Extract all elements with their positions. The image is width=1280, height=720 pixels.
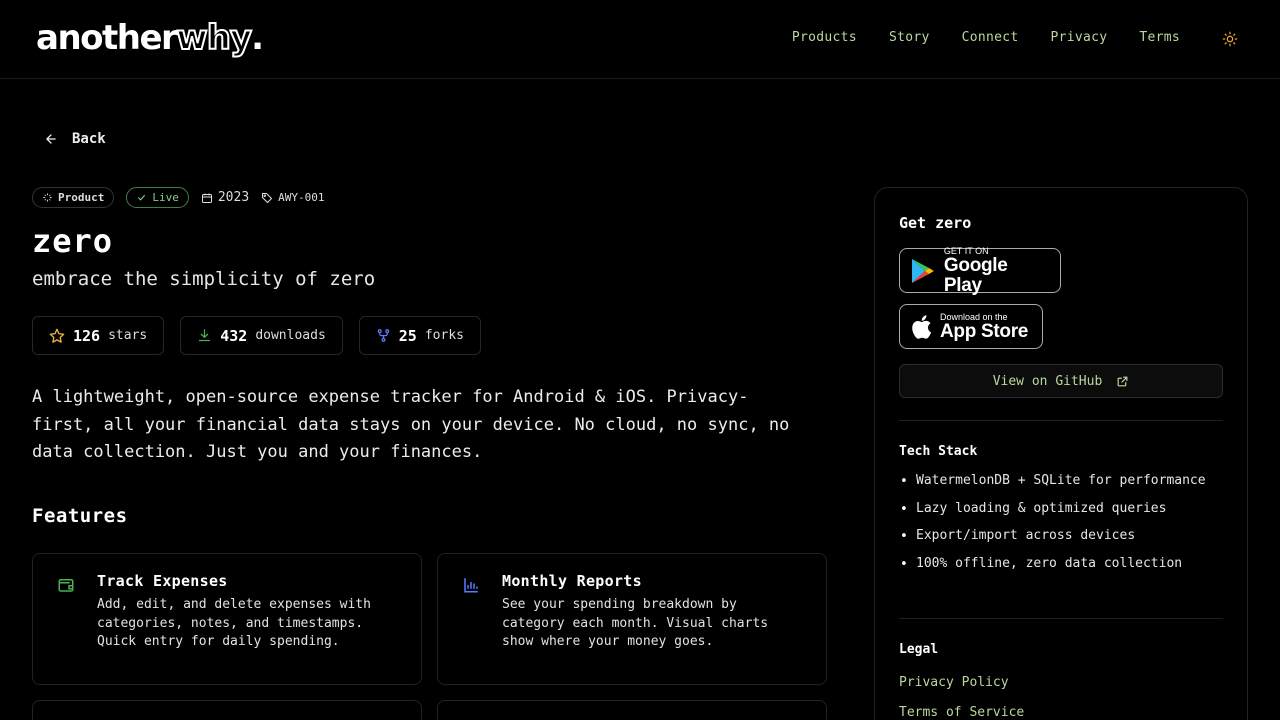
feature-title: Monthly Reports xyxy=(502,572,642,590)
external-link-icon xyxy=(1117,376,1128,386)
stat-forks-label: forks xyxy=(424,328,464,343)
stat-forks-value: 25 xyxy=(398,326,417,345)
year-meta: 2023 xyxy=(201,190,249,205)
github-button[interactable]: View on GitHub xyxy=(899,364,1223,398)
nav-connect[interactable]: Connect xyxy=(962,30,1019,45)
tech-stack-item: 100% offline, zero data collection xyxy=(899,555,1223,574)
tech-stack-list: WatermelonDB + SQLite for performance La… xyxy=(899,472,1223,583)
logo-text-main: another xyxy=(36,18,178,58)
type-badge: Product xyxy=(32,187,115,208)
product-meta: Product Live 2023 AWY-001 xyxy=(32,187,325,208)
stat-forks: 25 forks xyxy=(358,316,481,355)
legal-heading: Legal xyxy=(899,642,939,657)
sidebar-divider xyxy=(899,618,1223,619)
nav-privacy[interactable]: Privacy xyxy=(1050,30,1107,45)
back-link[interactable]: Back xyxy=(44,131,106,147)
nav-story[interactable]: Story xyxy=(889,30,930,45)
stats-row: 126 stars 432 downloads 25 forks xyxy=(32,316,481,355)
check-icon xyxy=(138,194,146,201)
nav-terms[interactable]: Terms xyxy=(1139,30,1180,45)
sidebar-divider xyxy=(899,420,1223,421)
privacy-policy-link[interactable]: Privacy Policy xyxy=(899,675,1009,690)
tag-icon xyxy=(262,192,273,203)
terms-of-service-link[interactable]: Terms of Service xyxy=(899,705,1024,720)
get-heading: Get zero xyxy=(899,214,972,232)
feature-title: Track Expenses xyxy=(97,572,228,590)
feature-card xyxy=(32,700,422,720)
stat-downloads-value: 432 xyxy=(220,326,248,345)
status-badge: Live xyxy=(126,187,189,208)
app-store-big: App Store xyxy=(940,320,1029,342)
theme-toggle-button[interactable] xyxy=(1221,30,1239,48)
stat-stars: 126 stars xyxy=(32,316,165,355)
tech-stack-item: WatermelonDB + SQLite for performance xyxy=(899,472,1223,491)
logo-dot: . xyxy=(251,18,264,58)
year-label: 2023 xyxy=(217,190,250,205)
sun-icon xyxy=(1222,31,1238,47)
site-header: another why. Products Story Connect Priva… xyxy=(0,0,1280,79)
product-tagline: embrace the simplicity of zero xyxy=(32,268,376,290)
calendar-icon xyxy=(201,193,212,203)
feature-card-track-expenses: Track Expenses Add, edit, and delete exp… xyxy=(32,553,422,685)
bar-chart-icon xyxy=(464,578,478,593)
feature-text: See your spending breakdown by category … xyxy=(502,597,769,650)
fork-icon xyxy=(377,329,390,342)
sparkles-icon xyxy=(43,193,52,202)
google-play-icon xyxy=(911,258,934,283)
tech-stack-item: Export/import across devices xyxy=(899,527,1223,546)
app-store-small: Download on the xyxy=(940,311,1008,322)
tech-stack-item: Lazy loading & optimized queries xyxy=(899,500,1223,519)
product-title: zero xyxy=(32,222,114,260)
stat-downloads-label: downloads xyxy=(255,328,326,343)
app-store-button[interactable]: Download on the App Store xyxy=(899,304,1043,349)
stat-stars-value: 126 xyxy=(73,326,101,345)
google-play-small: GET IT ON xyxy=(943,245,989,256)
star-icon xyxy=(49,328,65,343)
back-label: Back xyxy=(72,131,106,147)
github-label: View on GitHub xyxy=(992,373,1103,389)
main-nav: Products Story Connect Privacy Terms xyxy=(792,30,1180,45)
download-icon xyxy=(199,329,211,342)
tech-stack-heading: Tech Stack xyxy=(899,444,978,459)
stat-downloads: 432 downloads xyxy=(180,316,343,355)
apple-icon xyxy=(912,314,932,339)
google-play-button[interactable]: GET IT ON Google Play xyxy=(899,245,1061,296)
product-description: A lightweight, open-source expense track… xyxy=(32,387,790,462)
google-play-big: Google Play xyxy=(943,254,1008,296)
feature-card xyxy=(437,700,827,720)
logo-text-accent: why xyxy=(175,17,253,59)
feature-card-monthly-reports: Monthly Reports See your spending breakd… xyxy=(437,553,827,685)
get-app-sidebar: Get zero GET IT ON Google Play Download … xyxy=(874,187,1248,720)
code-label: AWY-001 xyxy=(278,191,325,204)
code-meta: AWY-001 xyxy=(261,191,325,204)
features-heading: Features xyxy=(32,505,128,527)
nav-products[interactable]: Products xyxy=(792,30,857,45)
wallet-icon xyxy=(58,579,74,592)
stat-stars-label: stars xyxy=(108,328,148,343)
type-badge-label: Product xyxy=(58,191,105,204)
site-logo[interactable]: another why. xyxy=(36,14,264,62)
status-badge-label: Live xyxy=(152,191,179,204)
arrow-left-icon xyxy=(46,134,56,144)
feature-text: Add, edit, and delete expenses with cate… xyxy=(97,597,371,650)
